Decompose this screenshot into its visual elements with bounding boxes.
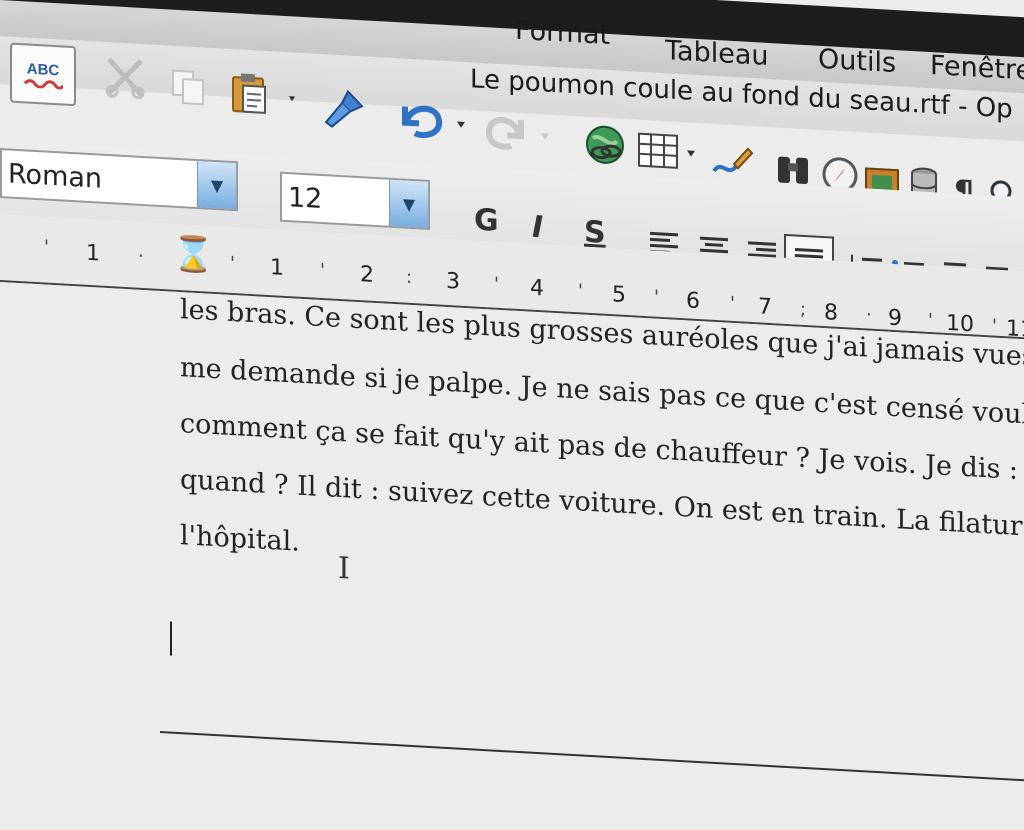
chevron-down-icon: ▼ xyxy=(402,194,416,214)
copy-button[interactable] xyxy=(165,63,213,112)
ruler-label: 6 xyxy=(686,288,700,315)
cut-icon xyxy=(105,57,145,100)
menu-outils[interactable]: Outils xyxy=(818,44,896,79)
text-caret xyxy=(170,621,172,656)
ruler-label: 10 xyxy=(946,310,974,338)
menu-tableau[interactable]: Tableau xyxy=(665,35,768,72)
italic-button[interactable]: I xyxy=(532,210,543,246)
font-name-dropdown-button[interactable]: ▼ xyxy=(197,161,236,210)
ruler-tick: ' xyxy=(320,259,325,282)
ruler-tick: : xyxy=(406,266,413,289)
clone-format-button[interactable] xyxy=(318,84,368,135)
undo-icon xyxy=(402,105,465,139)
table-button[interactable] xyxy=(636,128,702,178)
ruler-tick: · xyxy=(138,245,144,268)
redo-button[interactable] xyxy=(482,107,558,159)
chevron-down-icon: ▼ xyxy=(210,175,224,195)
underline-button[interactable]: S xyxy=(584,215,606,251)
document-page[interactable]: les bras. Ce sont les plus grosses auréo… xyxy=(0,282,1024,826)
clone-format-icon xyxy=(324,89,364,128)
ruler-label: 5 xyxy=(612,282,626,308)
hyperlink-button[interactable] xyxy=(582,121,628,170)
paste-button[interactable] xyxy=(228,69,300,121)
ruler-tick: ' xyxy=(928,309,933,332)
page-bottom-border xyxy=(160,730,1024,782)
ruler-tick: ' xyxy=(494,273,499,295)
draw-icon xyxy=(712,147,754,173)
hyperlink-icon xyxy=(586,125,624,164)
ruler-label: 3 xyxy=(446,268,460,295)
ruler-tick: · xyxy=(866,304,872,326)
font-size-value: 12 xyxy=(288,182,323,216)
text-line[interactable]: l'hôpital. xyxy=(180,520,300,558)
ruler-tick: ' xyxy=(730,292,735,315)
ruler-tick: ' xyxy=(654,286,659,308)
word-processor-window: Format Tableau Outils Fenêtre Le poumon … xyxy=(0,0,1024,826)
font-name-value: Roman xyxy=(8,158,103,195)
ruler-label: 8 xyxy=(824,300,838,326)
draw-button[interactable] xyxy=(706,135,756,184)
cut-button[interactable] xyxy=(100,54,150,103)
ruler-label: 9 xyxy=(888,305,902,332)
ruler-label: 2 xyxy=(360,262,374,288)
menu-format[interactable]: Format xyxy=(515,15,610,51)
font-size-combo[interactable]: 12 ▼ xyxy=(280,171,430,231)
ruler-tick: ' xyxy=(992,315,997,337)
ruler-label: 7 xyxy=(758,294,772,321)
ruler-label: 1 xyxy=(86,240,100,267)
undo-button[interactable] xyxy=(396,94,472,148)
paste-icon xyxy=(232,73,295,114)
ruler-tick: ' xyxy=(578,280,583,302)
ruler-label: 1 xyxy=(270,255,284,281)
font-name-combo[interactable]: Roman ▼ xyxy=(0,148,238,212)
ibeam-cursor-icon: I xyxy=(338,550,350,587)
spellcheck-icon: ABC xyxy=(23,59,63,90)
menu-fenetre[interactable]: Fenêtre xyxy=(930,50,1024,87)
ruler-tick: ; xyxy=(800,298,807,321)
ruler-tick: ' xyxy=(230,252,235,275)
ruler-tick: ' xyxy=(44,236,49,258)
bold-button[interactable]: G xyxy=(474,203,499,239)
spellcheck-label: ABC xyxy=(26,59,60,79)
redo-icon xyxy=(485,117,549,150)
spellcheck-button[interactable]: ABC xyxy=(10,42,76,107)
table-icon xyxy=(638,132,695,169)
ruler-label: 4 xyxy=(530,275,544,302)
copy-icon xyxy=(172,69,204,106)
indent-marker-icon[interactable]: ⌛ xyxy=(172,234,214,276)
font-size-dropdown-button[interactable]: ▼ xyxy=(389,179,428,228)
